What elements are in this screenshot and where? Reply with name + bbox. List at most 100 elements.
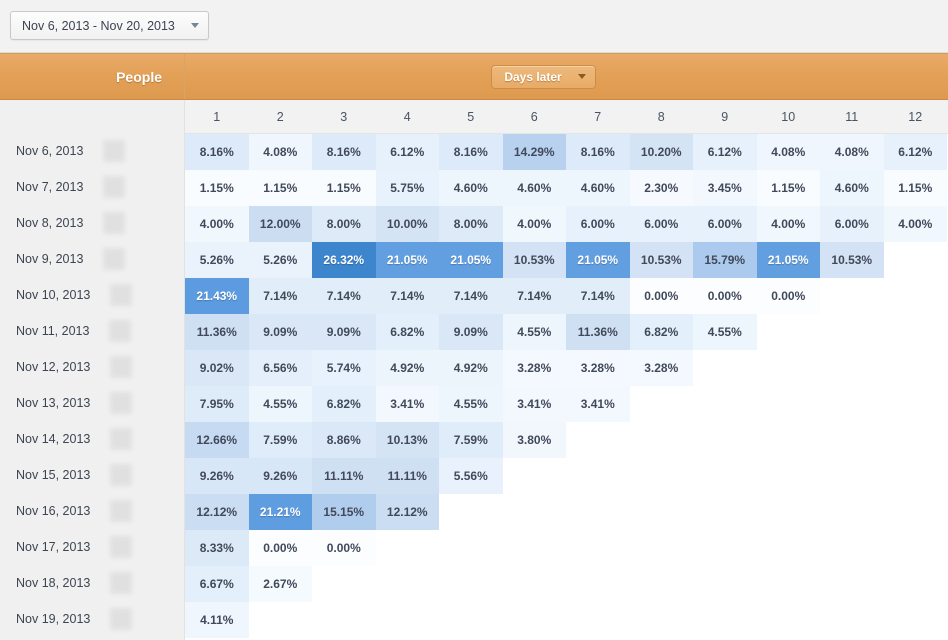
heatmap-cell: 3.28% — [566, 350, 630, 386]
heatmap-cell: 3.28% — [502, 350, 566, 386]
days-later-button[interactable]: Days later — [491, 64, 596, 89]
heatmap-cell: 4.08% — [248, 134, 312, 170]
heatmap-cell: 12.12% — [375, 494, 439, 530]
heatmap-cell-empty — [756, 422, 820, 458]
heatmap-cell: 21.05% — [439, 242, 503, 278]
heatmap-cell-empty — [629, 566, 693, 602]
cohort-date-text: Nov 19, 2013 — [16, 612, 91, 626]
heatmap-cell: 6.00% — [693, 206, 757, 242]
heatmap-cell-empty — [756, 494, 820, 530]
heatmap-cell-empty — [883, 458, 947, 494]
cohort-date-label-row: Nov 9, 2013 — [0, 241, 184, 277]
heatmap-cell: 8.16% — [312, 134, 376, 170]
heatmap-cell: 8.86% — [312, 422, 376, 458]
heatmap-cell-empty — [312, 602, 376, 638]
table-row: 7.95% 4.55% 6.82% 3.41% 4.55% 3.41% 3.41% — [185, 386, 948, 422]
heatmap-cell: 6.00% — [566, 206, 630, 242]
days-later-label: Days later — [504, 69, 562, 84]
heatmap-cell-empty — [693, 602, 757, 638]
cohort-date-label-row: Nov 15, 2013 — [0, 457, 184, 493]
heatmap-cell-empty — [693, 422, 757, 458]
heatmap-cell-empty — [693, 458, 757, 494]
people-header-label: People — [116, 68, 162, 85]
heatmap-cell-empty — [566, 422, 630, 458]
table-row: 11.36% 9.09% 9.09% 6.82% 9.09% 4.55% 11.36% 6.8… — [185, 314, 948, 350]
heatmap-cell: 8.00% — [439, 206, 503, 242]
heatmap-cell: 15.79% — [693, 242, 757, 278]
heatmap-cell-empty — [693, 386, 757, 422]
heatmap-cell-empty — [693, 350, 757, 386]
cohort-row-labels: Nov 6, 2013 Nov 7, 2013 Nov 8, 2013 Nov 9, … — [0, 100, 185, 640]
chevron-down-icon — [191, 23, 199, 28]
days-later-header-cell: Days later — [185, 54, 948, 99]
column-header-3: 3 — [340, 109, 348, 124]
heatmap-cell: 7.14% — [312, 278, 376, 314]
heatmap-cell-empty — [629, 386, 693, 422]
heatmap-cell: 6.56% — [248, 350, 312, 386]
column-header-5: 5 — [467, 109, 475, 124]
heatmap-cell: 6.82% — [312, 386, 376, 422]
heatmap-cell: 0.00% — [248, 530, 312, 566]
heatmap-cell-empty — [883, 278, 947, 314]
heatmap-cell-empty — [820, 314, 884, 350]
heatmap-cell: 4.00% — [502, 206, 566, 242]
cohort-date-text: Nov 6, 2013 — [16, 144, 84, 158]
heatmap-cell: 7.59% — [248, 422, 312, 458]
cohort-date-label-row: Nov 8, 2013 — [0, 205, 184, 241]
date-range-picker[interactable]: Nov 6, 2013 - Nov 20, 2013 — [10, 11, 209, 40]
heatmap-cell: 2.30% — [629, 170, 693, 206]
heatmap-cell: 10.53% — [820, 242, 884, 278]
heatmap-cell: 1.15% — [883, 170, 947, 206]
heatmap-cell-empty — [820, 566, 884, 602]
heatmap-cell-empty — [820, 278, 884, 314]
people-count-redacted — [110, 356, 133, 378]
heatmap-cell: 9.09% — [439, 314, 503, 350]
heatmap-cell: 9.09% — [248, 314, 312, 350]
heatmap-cell-empty — [883, 350, 947, 386]
heatmap-cell-empty — [502, 494, 566, 530]
heatmap-cell: 21.05% — [566, 242, 630, 278]
people-count-redacted — [103, 176, 126, 198]
table-row: 5.26% 5.26% 26.32% 21.05% 21.05% 10.53% 21.05%… — [185, 242, 948, 278]
heatmap-cell-empty — [502, 530, 566, 566]
heatmap-cell-empty — [883, 566, 947, 602]
heatmap-cell: 1.15% — [185, 170, 249, 206]
heatmap-cell: 9.26% — [248, 458, 312, 494]
heatmap-cell: 5.26% — [248, 242, 312, 278]
table-header-band: People Days later — [0, 53, 948, 100]
column-header-1: 1 — [213, 109, 221, 124]
cohort-date-label-row: Nov 10, 2013 — [0, 277, 184, 313]
heatmap-cell-empty — [566, 458, 630, 494]
heatmap-cell: 6.12% — [883, 134, 947, 170]
heatmap-cell: 10.53% — [502, 242, 566, 278]
table-row: 9.26% 9.26% 11.11% 11.11% 5.56% — [185, 458, 948, 494]
people-count-redacted — [110, 392, 133, 414]
heatmap-cell: 4.00% — [185, 206, 249, 242]
heatmap-cell-empty — [883, 386, 947, 422]
heatmap-cell: 12.00% — [248, 206, 312, 242]
cohort-date-text: Nov 11, 2013 — [16, 324, 90, 338]
heatmap-cell: 10.13% — [375, 422, 439, 458]
heatmap-cell-empty — [502, 602, 566, 638]
heatmap-cell: 9.02% — [185, 350, 249, 386]
heatmap-cell: 21.05% — [375, 242, 439, 278]
heatmap-cell: 1.15% — [756, 170, 820, 206]
heatmap-cell: 5.26% — [185, 242, 249, 278]
heatmap-cell-empty — [566, 530, 630, 566]
heatmap-cell: 4.00% — [883, 206, 947, 242]
heatmap-cell: 10.00% — [375, 206, 439, 242]
heatmap-cell: 4.00% — [756, 206, 820, 242]
heatmap-cell-empty — [883, 530, 947, 566]
people-header-cell: People — [0, 54, 185, 99]
heatmap-cell: 6.00% — [820, 206, 884, 242]
cohort-date-text: Nov 10, 2013 — [16, 288, 91, 302]
heatmap-cell: 1.15% — [312, 170, 376, 206]
heatmap-cell: 11.11% — [312, 458, 376, 494]
heatmap-cell: 7.14% — [375, 278, 439, 314]
heatmap-cell-empty — [820, 386, 884, 422]
date-range-label: Nov 6, 2013 - Nov 20, 2013 — [22, 18, 175, 33]
table-row: 8.16% 4.08% 8.16% 6.12% 8.16% 14.29% 8.16% 10.2… — [185, 134, 948, 170]
heatmap-cell: 21.21% — [248, 494, 312, 530]
heatmap-cell: 6.00% — [629, 206, 693, 242]
heatmap-cell: 9.26% — [185, 458, 249, 494]
